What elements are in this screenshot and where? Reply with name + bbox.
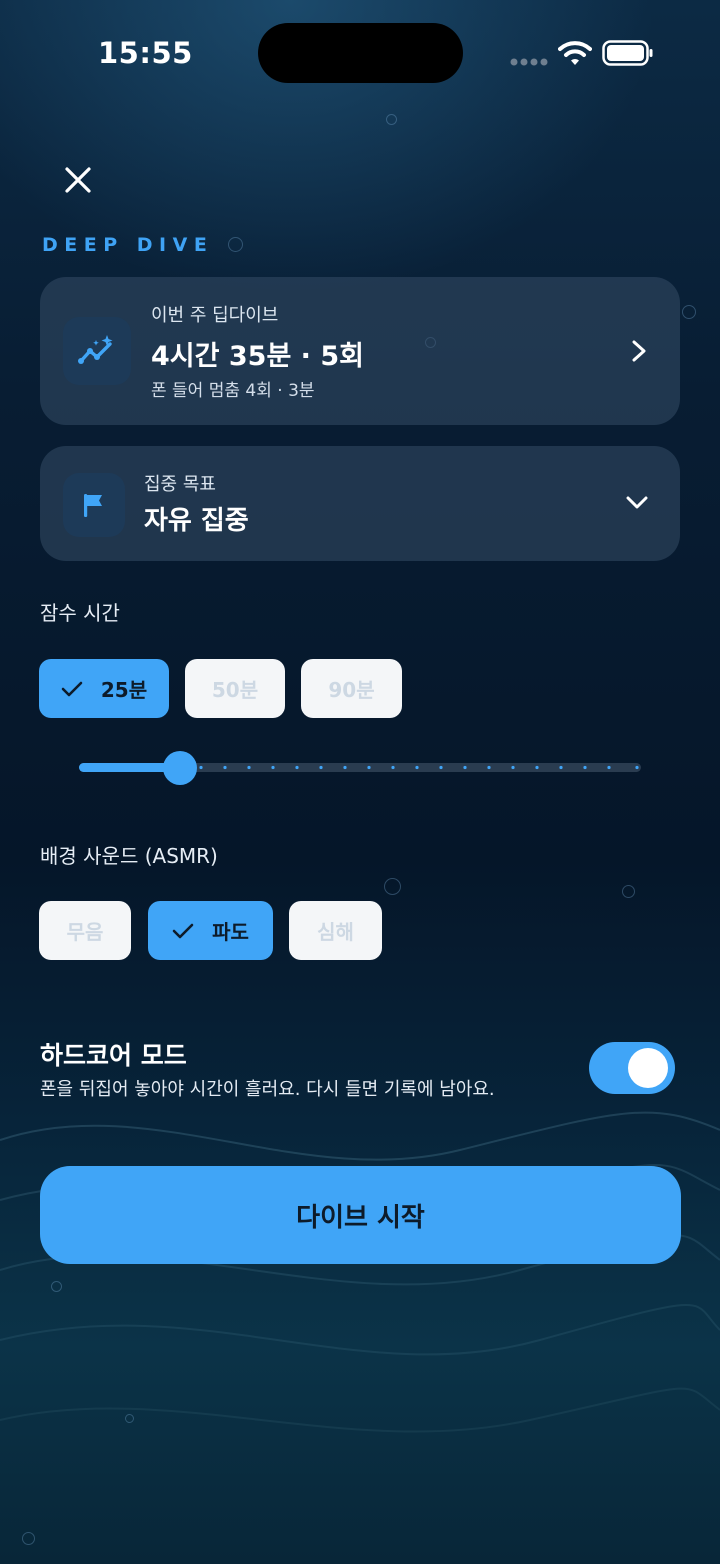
sound-option-silent[interactable]: 무음 — [39, 901, 131, 960]
duration-option-label: 90분 — [328, 678, 375, 702]
signal-icon — [510, 58, 548, 66]
weekly-value: 4시간 35분 · 5회 — [151, 341, 364, 372]
hardcore-description: 폰을 뒤집어 놓아야 시간이 흘러요. 다시 들면 기록에 남아요. — [40, 1079, 495, 1100]
bubble — [51, 1281, 62, 1292]
sound-option-label: 무음 — [66, 920, 104, 944]
duration-option-90[interactable]: 90분 — [301, 659, 402, 718]
hardcore-title: 하드코어 모드 — [40, 1041, 187, 1070]
wave-decoration — [0, 1111, 720, 1433]
duration-option-label: 50분 — [211, 678, 259, 702]
duration-option-25[interactable]: 25분 — [39, 659, 169, 718]
bubble — [22, 1532, 35, 1545]
close-icon[interactable] — [62, 164, 94, 196]
check-icon — [172, 923, 194, 938]
check-icon — [61, 681, 83, 696]
sound-label: 배경 사운드 (ASMR) — [40, 844, 218, 868]
bubble — [125, 1414, 134, 1423]
goal-caption: 집중 목표 — [144, 474, 216, 495]
status-time: 15:55 — [98, 36, 193, 70]
start-dive-button[interactable]: 다이브 시작 — [40, 1166, 681, 1264]
hardcore-toggle[interactable] — [589, 1042, 675, 1094]
sound-option-waves[interactable]: 파도 — [148, 901, 273, 960]
flag-icon — [84, 494, 102, 517]
sound-option-label: 심해 — [317, 920, 354, 944]
bubble — [228, 237, 243, 252]
dynamic-island — [258, 23, 463, 83]
section-kicker: DEEP DIVE — [42, 234, 214, 256]
chevron-right-icon — [632, 340, 646, 362]
toggle-knob — [628, 1048, 668, 1088]
sound-option-deep-sea[interactable]: 심해 — [289, 901, 382, 960]
bubble — [622, 885, 635, 898]
duration-label: 잠수 시간 — [40, 601, 120, 625]
weekly-stats-card[interactable]: 이번 주 딥다이브 4시간 35분 · 5회 폰 들어 멈춤 4회 · 3분 — [40, 277, 680, 425]
goal-icon-tile — [63, 473, 125, 537]
bubble — [682, 305, 696, 319]
weekly-sub: 폰 들어 멈춤 4회 · 3분 — [151, 381, 315, 401]
wifi-icon — [558, 41, 592, 65]
battery-icon — [602, 40, 653, 66]
goal-value: 자유 집중 — [144, 506, 249, 536]
weekly-caption: 이번 주 딥다이브 — [151, 305, 279, 326]
bubble — [386, 114, 397, 125]
sound-option-label: 파도 — [212, 920, 249, 944]
sparkle-chart-icon — [78, 335, 113, 364]
stats-icon-tile — [63, 317, 131, 385]
duration-option-label: 25분 — [100, 678, 148, 702]
bubble — [384, 878, 401, 895]
chevron-down-icon — [626, 496, 648, 509]
duration-slider-thumb[interactable] — [163, 751, 198, 785]
duration-option-50[interactable]: 50분 — [185, 659, 285, 718]
focus-goal-card[interactable]: 집중 목표 자유 집중 — [40, 446, 680, 561]
